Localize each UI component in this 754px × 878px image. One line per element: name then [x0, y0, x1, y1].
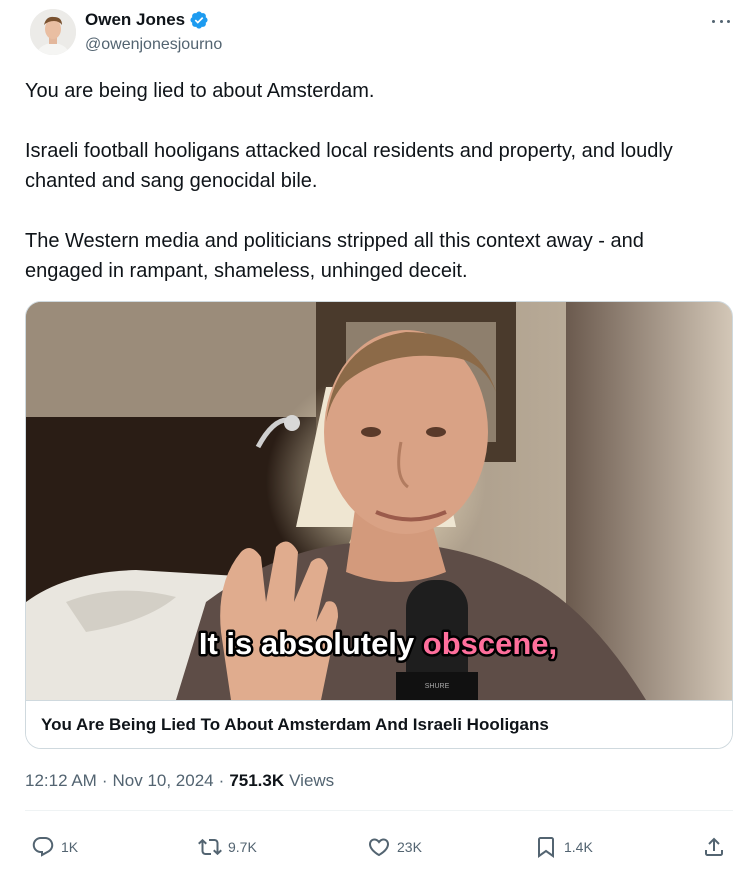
verified-badge-icon[interactable] [189, 10, 209, 30]
tweet-paragraph: You are being lied to about Amsterdam. [25, 80, 375, 102]
avatar[interactable] [30, 9, 76, 55]
meta-separator: · [101, 771, 108, 790]
tweet-paragraph: Israeli football hooligans attacked loca… [25, 140, 673, 192]
author-handle[interactable]: @owenjonesjourno [85, 36, 222, 54]
repost-count: 9.7K [228, 839, 257, 855]
avatar-image [30, 9, 76, 55]
like-count: 23K [397, 839, 422, 855]
tweet: Owen Jones @owenjonesjourno You are bein… [0, 0, 754, 878]
author-display-name[interactable]: Owen Jones [85, 10, 185, 30]
tweet-text: You are being lied to about Amsterdam. I… [25, 76, 725, 286]
meta-separator: · [218, 771, 225, 790]
tweet-date[interactable]: Nov 10, 2024 [113, 771, 214, 791]
video-subtitle: It is absolutely obscene, [199, 626, 557, 661]
repost-icon [198, 838, 222, 856]
bookmark-button[interactable]: 1.4K [534, 830, 593, 864]
video-subtitle-prefix: It is absolutely [199, 626, 423, 661]
action-bar: 1K 9.7K 23K 1.4K [0, 830, 754, 864]
link-card[interactable]: SHURE It is absolutely obscene, You Are … [25, 301, 733, 749]
bookmark-icon [538, 837, 554, 858]
video-subtitle-highlight: obscene, [423, 626, 557, 661]
video-thumbnail[interactable]: SHURE It is absolutely obscene, [26, 302, 732, 700]
reply-count: 1K [61, 839, 79, 855]
views-count: 751.3K [229, 771, 285, 790]
mic-label: SHURE [425, 683, 450, 690]
tweet-meta: 12:12 AM · Nov 10, 2024 · 751.3K Views [25, 771, 334, 791]
like-icon [368, 838, 390, 857]
link-card-title[interactable]: You Are Being Lied To About Amsterdam An… [26, 700, 732, 748]
bookmark-count: 1.4K [564, 839, 593, 855]
share-button[interactable] [702, 830, 726, 864]
like-button[interactable]: 23K [367, 830, 422, 864]
repost-button[interactable]: 9.7K [198, 830, 257, 864]
share-icon [705, 837, 723, 856]
tweet-time[interactable]: 12:12 AM [25, 771, 97, 791]
reply-button[interactable]: 1K [31, 830, 78, 864]
tweet-paragraph: The Western media and politicians stripp… [25, 230, 644, 282]
author-name-row: Owen Jones [85, 10, 209, 30]
views-label: Views [289, 771, 335, 790]
reply-icon [32, 837, 54, 857]
divider [25, 810, 733, 811]
more-options-icon[interactable] [708, 12, 734, 30]
